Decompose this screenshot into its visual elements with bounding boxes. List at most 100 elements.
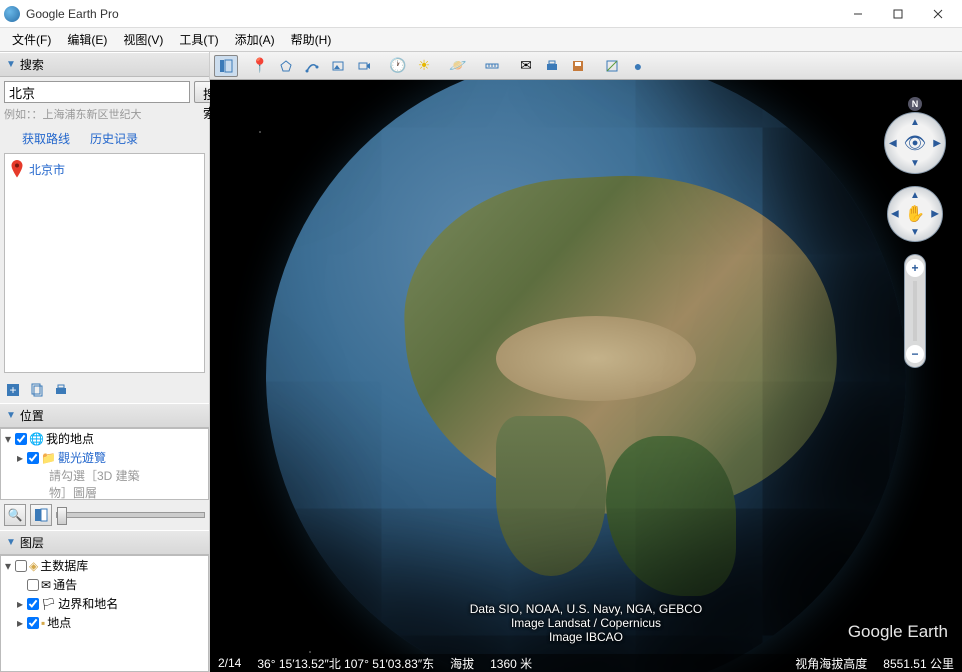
tree-row-announcements[interactable]: ✉ 通告 — [1, 575, 208, 594]
tree-row-sightseeing[interactable]: ▸ 📁 觀光遊覽 — [1, 448, 208, 467]
places-panel-header[interactable]: ▼ 位置 — [0, 403, 209, 428]
checkbox-places[interactable] — [27, 617, 39, 629]
search-tools: + — [0, 377, 209, 403]
disclosure-icon: ▼ — [6, 537, 16, 548]
zoom-track[interactable] — [913, 281, 917, 341]
planets-button[interactable]: 🪐 — [446, 55, 470, 77]
search-places-icon[interactable]: 🔍 — [4, 504, 26, 526]
menu-edit[interactable]: 编辑(E) — [59, 29, 115, 50]
search-panel-header[interactable]: ▼ 搜索 — [0, 52, 209, 77]
status-eye-label: 视角海拔高度 — [795, 655, 867, 672]
history-link[interactable]: 历史记录 — [90, 130, 138, 147]
close-button[interactable] — [918, 0, 958, 28]
opacity-slider[interactable] — [56, 512, 205, 518]
sidebar: ▼ 搜索 搜索 例如：：上海浦东新区世纪大 获取路线 历史记录 北京市 + — [0, 52, 210, 672]
eye-icon: 👁 — [904, 133, 927, 154]
checkbox-primary-db[interactable] — [15, 560, 27, 572]
north-indicator[interactable]: N — [908, 97, 922, 111]
image-overlay-button[interactable] — [326, 55, 350, 77]
attrib-line3: Image IBCAO — [470, 630, 703, 644]
opacity-icon[interactable] — [30, 504, 52, 526]
hand-icon: ✋ — [888, 187, 942, 241]
search-result-label: 北京市 — [29, 161, 65, 178]
record-tour-button[interactable] — [352, 55, 376, 77]
opacity-slider-row: 🔍 — [0, 500, 209, 530]
attrib-line1: Data SIO, NOAA, U.S. Navy, NGA, GEBCO — [470, 602, 703, 616]
polygon-button[interactable] — [274, 55, 298, 77]
save-image-button[interactable] — [566, 55, 590, 77]
checkbox-announcements[interactable] — [27, 579, 39, 591]
toolbar: 📍 🕐 ☀ 🪐 ✉ ● — [210, 52, 962, 80]
toggle-sidebar-button[interactable] — [214, 55, 238, 77]
search-panel-body: 搜索 例如：：上海浦东新区世纪大 获取路线 历史记录 北京市 — [0, 77, 209, 377]
search-results: 北京市 — [4, 153, 205, 373]
status-elev-label: 海拔 — [450, 655, 474, 672]
tree-row-places[interactable]: ▸ ▪ 地点 — [1, 613, 208, 632]
sightseeing-label: 觀光遊覽 — [58, 449, 106, 466]
disclosure-icon: ▼ — [6, 410, 16, 421]
layers-panel-header[interactable]: ▼ 图层 — [0, 530, 209, 555]
nav-controls: N ▲▼▶◀ 👁 ▲ ▼ ▶ ◀ ✋ + − — [884, 112, 946, 368]
google-earth-logo: Google Earth — [848, 622, 948, 642]
simulator-button[interactable]: ● — [626, 55, 650, 77]
save-search-icon[interactable]: + — [4, 381, 22, 399]
search-hint: 例如：：上海浦东新区世纪大 — [4, 106, 205, 122]
slider-thumb[interactable] — [57, 507, 67, 525]
layers-panel-title: 图层 — [20, 534, 44, 551]
view-in-maps-button[interactable] — [600, 55, 624, 77]
menu-add[interactable]: 添加(A) — [227, 29, 283, 50]
map-viewport[interactable]: 📍 🕐 ☀ 🪐 ✉ ● — [210, 52, 962, 672]
copy-search-icon[interactable] — [28, 381, 46, 399]
tree-row-borders[interactable]: ▸ 🏳 边界和地名 — [1, 594, 208, 613]
status-coords: 36° 15′13.52″北 107° 51′03.83″东 — [257, 655, 434, 672]
status-elev-value: 1360 米 — [490, 655, 532, 672]
print-button[interactable] — [540, 55, 564, 77]
my-places-label: 我的地点 — [46, 430, 94, 447]
layers-icon: ◈ — [29, 559, 38, 573]
look-compass[interactable]: N ▲▼▶◀ 👁 — [884, 112, 946, 174]
attribution: Data SIO, NOAA, U.S. Navy, NGA, GEBCO Im… — [470, 602, 703, 644]
search-input[interactable] — [4, 81, 190, 103]
layers-tree[interactable]: ▾ ◈ 主数据库 ✉ 通告 ▸ 🏳 边界和地名 ▸ ▪ 地点 — [0, 555, 209, 672]
ruler-button[interactable] — [480, 55, 504, 77]
minimize-button[interactable] — [838, 0, 878, 28]
historical-imagery-button[interactable]: 🕐 — [386, 55, 410, 77]
tree-row-my-places[interactable]: ▾ 🌐 我的地点 — [1, 429, 208, 448]
maximize-button[interactable] — [878, 0, 918, 28]
places-tree[interactable]: ▾ 🌐 我的地点 ▸ 📁 觀光遊覽 請勾選［3D 建築 物］圖層 — [0, 428, 209, 500]
menu-file[interactable]: 文件(F) — [4, 29, 59, 50]
attrib-line2: Image Landsat / Copernicus — [470, 616, 703, 630]
email-button[interactable]: ✉ — [514, 55, 538, 77]
places-label: 地点 — [47, 614, 71, 631]
menu-help[interactable]: 帮助(H) — [283, 29, 340, 50]
app-title: Google Earth Pro — [26, 7, 838, 21]
search-result-item[interactable]: 北京市 — [5, 154, 204, 184]
menu-view[interactable]: 视图(V) — [115, 29, 171, 50]
checkbox-sightseeing[interactable] — [27, 452, 39, 464]
get-directions-link[interactable]: 获取路线 — [22, 130, 70, 147]
print-search-icon[interactable] — [52, 381, 70, 399]
primary-db-label: 主数据库 — [40, 557, 88, 574]
pin-icon — [11, 160, 23, 178]
placemark-button[interactable]: 📍 — [248, 55, 272, 77]
disclosure-icon: ▼ — [6, 59, 16, 70]
globe[interactable] — [266, 56, 906, 672]
menu-tools[interactable]: 工具(T) — [171, 29, 226, 50]
svg-text:+: + — [9, 383, 16, 397]
path-button[interactable] — [300, 55, 324, 77]
globe-icon: 🌐 — [29, 432, 44, 446]
globe-container[interactable] — [210, 52, 962, 672]
zoom-out-button[interactable]: − — [906, 345, 924, 363]
places-hint2: 物］圖層 — [1, 484, 208, 500]
status-date: 2/14 — [218, 656, 241, 670]
zoom-slider[interactable]: + − — [904, 254, 926, 368]
pan-control[interactable]: ▲ ▼ ▶ ◀ ✋ — [887, 186, 943, 242]
checkbox-my-places[interactable] — [15, 433, 27, 445]
checkbox-borders[interactable] — [27, 598, 39, 610]
place-icon: ▪ — [41, 616, 45, 630]
places-hint1: 請勾選［3D 建築 — [1, 467, 208, 484]
sunlight-button[interactable]: ☀ — [412, 55, 436, 77]
zoom-in-button[interactable]: + — [906, 259, 924, 277]
tree-row-primary-db[interactable]: ▾ ◈ 主数据库 — [1, 556, 208, 575]
globe-shading — [266, 56, 906, 672]
